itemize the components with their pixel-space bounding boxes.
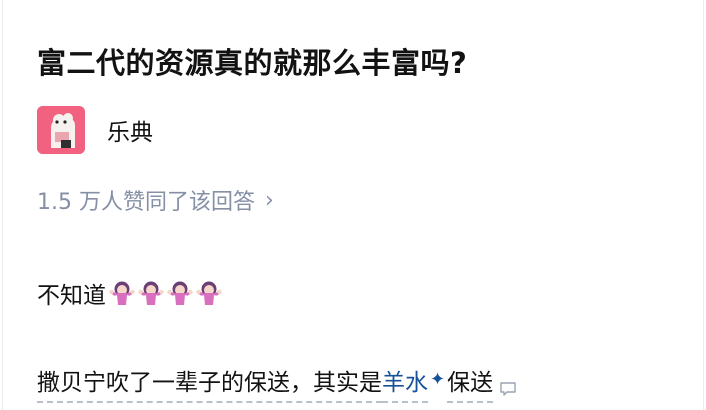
paragraph-2-text-before[interactable]: 撒贝宁吹了一辈子的保送，其实是 bbox=[37, 363, 382, 403]
keyword-link-yangshui[interactable]: 羊水 bbox=[382, 363, 428, 403]
answer-paragraph-2: 撒贝宁吹了一辈子的保送，其实是 羊水 ✦ 保送 bbox=[37, 363, 517, 403]
person-shrugging-emoji-icon bbox=[138, 281, 164, 305]
vote-count-text: 1.5 万人赞同了该回答 bbox=[37, 190, 255, 215]
author-row[interactable]: 乐典 bbox=[37, 105, 153, 155]
paragraph-2-text-after[interactable]: 保送 bbox=[447, 363, 494, 403]
paragraph-1-text: 不知道 bbox=[37, 283, 106, 309]
person-shrugging-emoji-icon bbox=[167, 281, 193, 305]
avatar-image-icon bbox=[37, 106, 85, 154]
person-shrugging-emoji-icon bbox=[196, 281, 222, 305]
sparkle-icon[interactable]: ✦ bbox=[430, 369, 445, 390]
author-avatar[interactable] bbox=[37, 106, 85, 154]
shrug-emoji-group bbox=[108, 279, 224, 307]
vote-count-link[interactable]: 1.5 万人赞同了该回答 › bbox=[37, 184, 274, 216]
person-shrugging-emoji-icon bbox=[109, 281, 135, 305]
question-title[interactable]: 富二代的资源真的就那么丰富吗? bbox=[37, 46, 467, 81]
comment-bubble-icon[interactable] bbox=[499, 381, 517, 397]
author-name[interactable]: 乐典 bbox=[107, 113, 153, 147]
answer-paragraph-1: 不知道 bbox=[37, 276, 224, 310]
answer-card: 富二代的资源真的就那么丰富吗? 乐典 1.5 万人赞同了该回答 › 不知道 撒贝… bbox=[2, 0, 704, 410]
chevron-right-icon: › bbox=[264, 187, 274, 213]
